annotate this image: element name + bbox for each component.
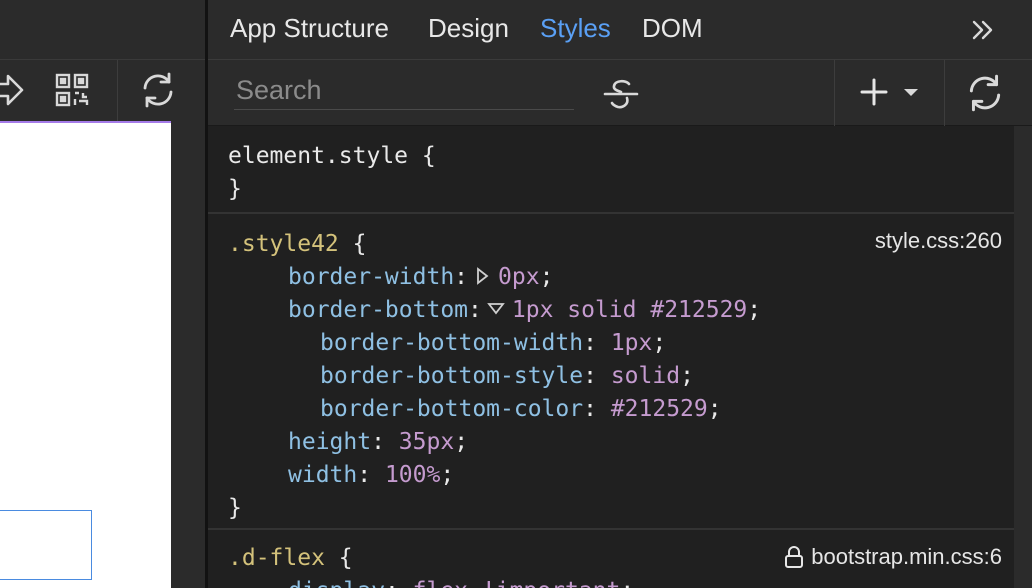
css-property[interactable]: display [288,578,385,588]
rule-open-brace: { [338,545,353,571]
strikethrough-icon[interactable] [601,74,641,114]
preview-input-box[interactable] [0,510,92,580]
rule-close-brace: } [228,176,242,202]
css-value[interactable]: #212529 [611,396,708,422]
rule-close-brace: } [228,495,242,521]
css-value[interactable]: 0px [498,264,540,290]
expand-triangle-icon[interactable] [472,266,492,286]
qr-code-icon[interactable] [52,70,92,110]
css-property[interactable]: width [288,462,357,488]
rule-source-link[interactable]: bootstrap.min.css:6 [783,540,1002,573]
refresh-icon[interactable] [964,72,1008,114]
scrollbar[interactable] [1014,126,1032,588]
inspector-pane: App Structure Design Styles DOM Search e… [208,0,1032,588]
lock-icon [785,545,804,568]
rule-selector[interactable]: .d-flex [228,545,325,571]
share-icon[interactable] [0,70,28,110]
css-rule-d-flex[interactable]: bootstrap.min.css:6 .d-flex { display: f… [208,530,1014,588]
preview-topbar [0,0,206,60]
css-property[interactable]: border-bottom-width [320,330,583,356]
css-value[interactable]: solid [611,363,680,389]
tab-styles[interactable]: Styles [540,13,611,44]
rule-source-text[interactable]: bootstrap.min.css:6 [811,540,1002,573]
rule-selector[interactable]: .style42 [228,231,339,257]
search-input[interactable] [234,72,574,110]
collapse-triangle-icon[interactable] [486,299,506,319]
styles-rule-list: element.style { } style.css:260 .style42… [208,126,1014,588]
rule-open-brace: { [352,231,367,257]
css-value[interactable]: 1px [611,330,653,356]
css-declaration[interactable]: border-bottom: 1px solid #212529; [228,294,994,327]
css-property[interactable]: border-bottom-style [320,363,583,389]
toolbar-divider [944,60,945,126]
css-rule-element-style[interactable]: element.style { } [208,126,1014,214]
overflow-chevrons-icon[interactable] [970,16,996,44]
rule-selector[interactable]: element.style [228,143,408,169]
preview-gutter [171,121,206,588]
css-rule-style42[interactable]: style.css:260 .style42 { border-width: 0p… [208,214,1014,530]
css-declaration[interactable]: width: 100%; [228,459,994,492]
css-declaration[interactable]: display: flex !important; [228,575,994,588]
css-value[interactable]: 100% [385,462,440,488]
add-icon [860,78,888,106]
rule-source-link[interactable]: style.css:260 [875,224,1002,257]
rule-open-brace: { [421,143,436,169]
chevron-down-icon [904,89,918,96]
preview-canvas[interactable] [0,121,171,588]
css-value[interactable]: 1px solid #212529 [512,297,747,323]
css-declaration[interactable]: border-width: 0px; [228,261,994,294]
css-property[interactable]: height [288,429,371,455]
add-rule-button[interactable] [858,74,924,110]
css-declaration[interactable]: border-bottom-style: solid; [228,360,994,393]
refresh-icon[interactable] [136,70,180,110]
css-property[interactable]: border-bottom [288,297,468,323]
inspector-tabs: App Structure Design Styles DOM [208,0,1032,60]
preview-pane [0,0,206,588]
tab-app-structure[interactable]: App Structure [230,13,389,44]
css-property[interactable]: border-bottom-color [320,396,583,422]
tab-design[interactable]: Design [428,13,509,44]
css-value[interactable]: flex !important [413,578,621,588]
css-declaration[interactable]: height: 35px; [228,426,994,459]
styles-toolbar [208,60,1032,126]
css-declaration[interactable]: border-bottom-width: 1px; [228,327,994,360]
toolbar-divider [834,60,835,126]
css-property[interactable]: border-width [288,264,454,290]
tab-dom[interactable]: DOM [642,13,703,44]
preview-toolbar [0,60,206,121]
css-value[interactable]: 35px [399,429,454,455]
toolbar-divider [117,60,118,121]
css-declaration[interactable]: border-bottom-color: #212529; [228,393,994,426]
